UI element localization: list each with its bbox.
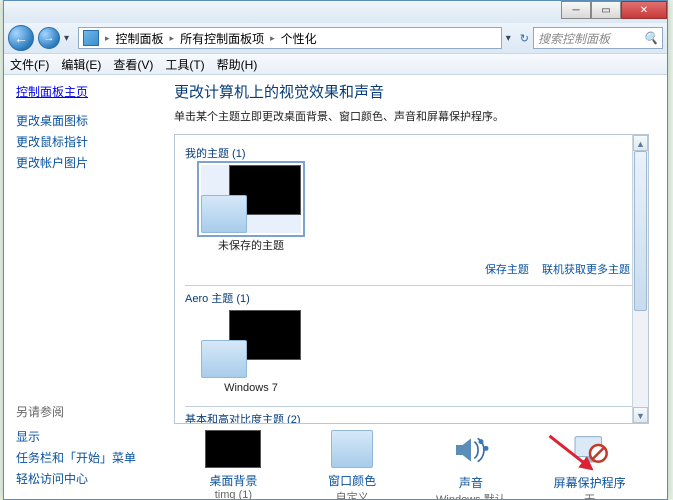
- divider: [185, 406, 638, 407]
- search-icon: 🔍: [643, 31, 658, 45]
- breadcrumb-sep-icon: ▸: [170, 33, 175, 44]
- menu-edit[interactable]: 编辑(E): [61, 56, 101, 73]
- breadcrumb-sep-icon: ▸: [105, 33, 110, 44]
- get-more-themes-link[interactable]: 联机获取更多主题: [542, 264, 630, 276]
- window-color-slot[interactable]: 窗口颜色 自定义: [300, 430, 404, 499]
- window-color-link[interactable]: 窗口颜色: [300, 472, 404, 489]
- nav-row: ← → ▾ ▸ 控制面板 ▸ 所有控制面板项 ▸ 个性化 ▾ ↻ 搜索控制面板 …: [4, 23, 667, 53]
- screensaver-icon: [566, 430, 614, 470]
- back-arrow-icon: ←: [14, 30, 28, 46]
- themes-scrollbox: 我的主题 (1) 未保存的主题 保存主题 联机获取更多主题 Aero 主题 (1…: [174, 134, 649, 424]
- scroll-up-button[interactable]: ▲: [633, 135, 648, 151]
- refresh-button[interactable]: ↻: [520, 32, 529, 45]
- section-basic-themes: 基本和高对比度主题 (2): [185, 411, 638, 424]
- breadcrumb-sep-icon: ▸: [270, 33, 275, 44]
- nav-history-dropdown[interactable]: ▾: [64, 33, 74, 44]
- page-subtitle: 单击某个主题立即更改桌面背景、窗口颜色、声音和屏幕保护程序。: [174, 108, 649, 124]
- sounds-slot[interactable]: 声音 Windows 默认: [419, 430, 523, 499]
- save-theme-link[interactable]: 保存主题: [485, 264, 529, 276]
- sound-icon: [447, 430, 495, 470]
- section-my-themes: 我的主题 (1): [185, 145, 638, 161]
- theme-thumb: [201, 165, 301, 233]
- minimize-button[interactable]: ─: [561, 1, 591, 19]
- menu-file[interactable]: 文件(F): [10, 56, 49, 73]
- theme-actions: 保存主题 联机获取更多主题: [185, 257, 638, 283]
- window-color-value: 自定义: [300, 489, 404, 499]
- forward-arrow-icon: →: [44, 32, 55, 44]
- sounds-link[interactable]: 声音: [419, 474, 523, 491]
- desktop-background-value: timg (1): [181, 489, 285, 499]
- vertical-scrollbar[interactable]: ▲ ▼: [632, 135, 648, 423]
- window-button-group: ─ ▭ ✕: [561, 1, 667, 19]
- window-color-icon: [331, 430, 373, 468]
- scroll-thumb[interactable]: [634, 151, 647, 311]
- section-aero-themes: Aero 主题 (1): [185, 290, 638, 306]
- window-color-swatch-icon: [201, 195, 247, 233]
- divider: [185, 285, 638, 286]
- desktop-background-icon: [205, 430, 261, 468]
- menu-tools[interactable]: 工具(T): [165, 56, 204, 73]
- personalization-window: ─ ▭ ✕ ← → ▾ ▸ 控制面板 ▸ 所有控制面板项 ▸ 个性化 ▾ ↻ 搜…: [3, 0, 668, 500]
- theme-tile-unsaved[interactable]: 未保存的主题: [191, 165, 311, 253]
- sidebar-home[interactable]: 控制面板主页: [16, 83, 156, 100]
- sidebar: 控制面板主页 更改桌面图标 更改鼠标指针 更改帐户图片 另请参阅 显示 任务栏和…: [4, 75, 156, 499]
- maximize-button[interactable]: ▭: [591, 1, 621, 19]
- close-button[interactable]: ✕: [621, 1, 667, 19]
- sidebar-link-mouse-pointers[interactable]: 更改鼠标指针: [16, 133, 156, 150]
- screensaver-slot[interactable]: 屏幕保护程序 无: [538, 430, 642, 499]
- main-pane: 更改计算机上的视觉效果和声音 单击某个主题立即更改桌面背景、窗口颜色、声音和屏幕…: [156, 75, 667, 499]
- address-bar[interactable]: ▸ 控制面板 ▸ 所有控制面板项 ▸ 个性化: [78, 27, 502, 49]
- control-panel-icon: [83, 30, 99, 46]
- search-placeholder: 搜索控制面板: [538, 30, 610, 47]
- theme-tile-windows7[interactable]: Windows 7: [191, 310, 311, 394]
- address-dropdown[interactable]: ▾: [506, 33, 516, 44]
- screensaver-value: 无: [538, 491, 642, 499]
- back-button[interactable]: ←: [8, 25, 34, 51]
- search-input[interactable]: 搜索控制面板 🔍: [533, 27, 663, 49]
- breadcrumb[interactable]: 个性化: [281, 30, 317, 47]
- ref-taskbar-start[interactable]: 任务栏和「开始」菜单: [16, 449, 156, 466]
- menu-view[interactable]: 查看(V): [113, 56, 153, 73]
- theme-thumb: [201, 310, 301, 378]
- ref-display[interactable]: 显示: [16, 428, 156, 445]
- desktop-background-slot[interactable]: 桌面背景 timg (1): [181, 430, 285, 499]
- sidebar-link-desktop-icons[interactable]: 更改桌面图标: [16, 112, 156, 129]
- ref-ease-of-access[interactable]: 轻松访问中心: [16, 470, 156, 487]
- sounds-value: Windows 默认: [419, 491, 523, 499]
- menu-help[interactable]: 帮助(H): [217, 56, 258, 73]
- sidebar-link-account-picture[interactable]: 更改帐户图片: [16, 154, 156, 171]
- menu-bar: 文件(F) 编辑(E) 查看(V) 工具(T) 帮助(H): [4, 53, 667, 75]
- breadcrumb[interactable]: 所有控制面板项: [180, 30, 264, 47]
- titlebar: ─ ▭ ✕: [4, 1, 667, 23]
- body: 控制面板主页 更改桌面图标 更改鼠标指针 更改帐户图片 另请参阅 显示 任务栏和…: [4, 75, 667, 499]
- see-also-heading: 另请参阅: [16, 403, 156, 420]
- screensaver-link[interactable]: 屏幕保护程序: [538, 474, 642, 491]
- desktop-background-link[interactable]: 桌面背景: [181, 472, 285, 489]
- page-title: 更改计算机上的视觉效果和声音: [174, 81, 649, 102]
- bottom-settings-row: 桌面背景 timg (1) 窗口颜色 自定义 声音 Windows 默认: [174, 424, 649, 499]
- theme-label: 未保存的主题: [191, 237, 311, 253]
- scroll-down-button[interactable]: ▼: [633, 407, 648, 423]
- theme-label: Windows 7: [191, 382, 311, 394]
- window-color-swatch-icon: [201, 340, 247, 378]
- forward-button[interactable]: →: [38, 27, 60, 49]
- breadcrumb[interactable]: 控制面板: [116, 30, 164, 47]
